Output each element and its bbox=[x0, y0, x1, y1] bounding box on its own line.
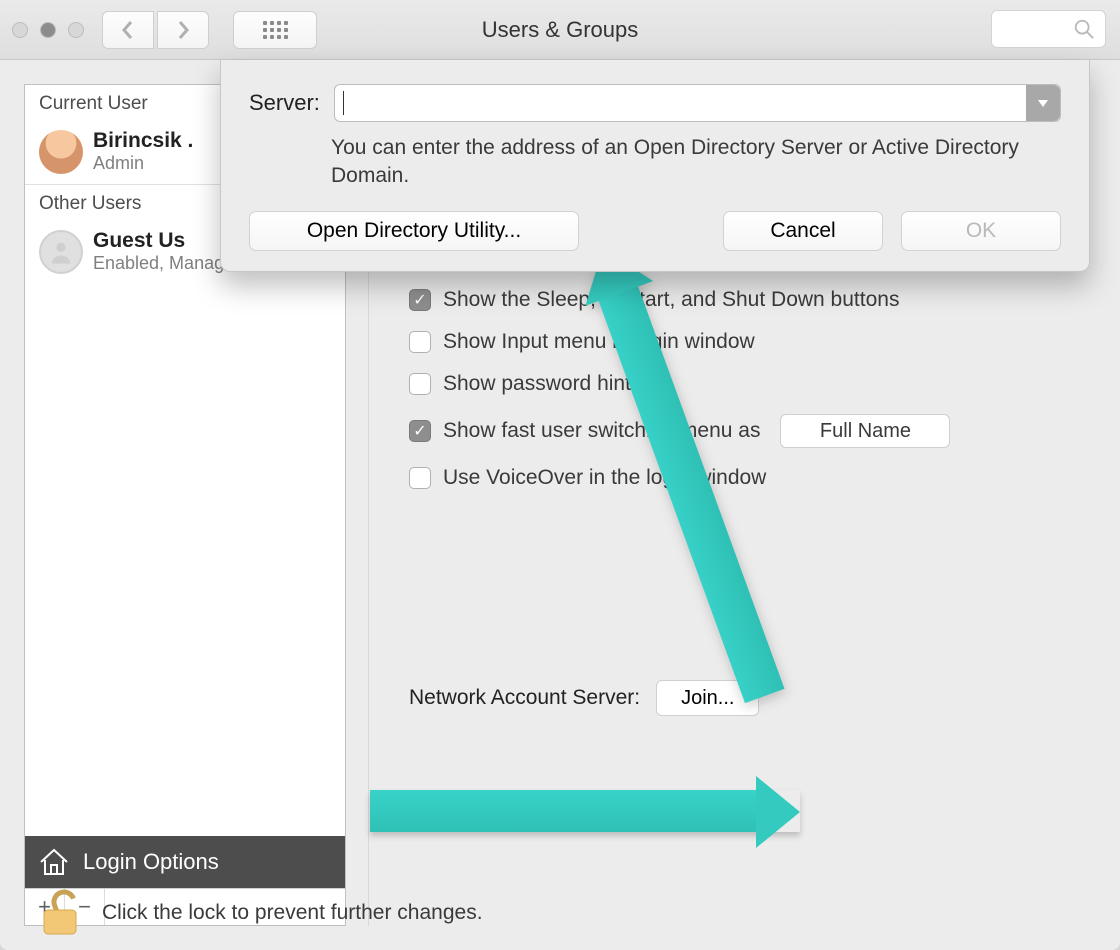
option-fast-user-switching[interactable]: ✓ Show fast user switching menu as Full … bbox=[409, 414, 1086, 448]
user-name: Birincsik . bbox=[93, 129, 193, 153]
chevron-down-icon bbox=[1036, 96, 1050, 110]
avatar-icon bbox=[39, 130, 83, 174]
network-account-row: Network Account Server: Join... bbox=[379, 680, 1086, 716]
server-label: Server: bbox=[249, 90, 320, 116]
lock-text: Click the lock to prevent further change… bbox=[102, 901, 483, 925]
option-label: Use VoiceOver in the login window bbox=[443, 466, 766, 490]
server-sheet: Server: You can enter the address of an … bbox=[220, 60, 1090, 272]
titlebar: Users & Groups bbox=[0, 0, 1120, 60]
lock-row: Click the lock to prevent further change… bbox=[38, 888, 483, 938]
lock-open-icon[interactable] bbox=[38, 888, 82, 938]
option-input-menu[interactable]: Show Input menu in login window bbox=[409, 330, 1086, 354]
checkbox-checked-icon[interactable]: ✓ bbox=[409, 289, 431, 311]
option-label: Show password hints bbox=[443, 372, 641, 396]
search-icon bbox=[1073, 18, 1095, 40]
server-dropdown-button[interactable] bbox=[1026, 85, 1060, 121]
home-icon bbox=[39, 848, 69, 876]
option-label: Show the Sleep, Restart, and Shut Down b… bbox=[443, 288, 899, 312]
zoom-window-button[interactable] bbox=[68, 22, 84, 38]
cancel-button[interactable]: Cancel bbox=[723, 211, 883, 251]
server-help-text: You can enter the address of an Open Dir… bbox=[331, 134, 1061, 191]
window-controls bbox=[12, 22, 84, 38]
nav-buttons bbox=[102, 11, 209, 49]
forward-button[interactable] bbox=[157, 11, 209, 49]
checkbox-icon[interactable] bbox=[409, 467, 431, 489]
checkbox-icon[interactable] bbox=[409, 373, 431, 395]
search-field[interactable] bbox=[991, 10, 1106, 48]
fast-switch-dropdown[interactable]: Full Name bbox=[780, 414, 950, 448]
login-options-label: Login Options bbox=[83, 849, 219, 875]
option-voiceover[interactable]: Use VoiceOver in the login window bbox=[409, 466, 1086, 490]
login-options-row[interactable]: Login Options bbox=[25, 836, 345, 888]
option-password-hints[interactable]: Show password hints bbox=[409, 372, 1086, 396]
back-button[interactable] bbox=[102, 11, 154, 49]
option-label: Show Input menu in login window bbox=[443, 330, 755, 354]
server-input[interactable] bbox=[334, 84, 1061, 122]
login-options-list: ✓ Show the Sleep, Restart, and Shut Down… bbox=[379, 288, 1086, 490]
annotation-arrow-horizontal bbox=[370, 790, 760, 832]
checkbox-checked-icon[interactable]: ✓ bbox=[409, 420, 431, 442]
show-all-button[interactable] bbox=[233, 11, 317, 49]
grid-icon bbox=[263, 21, 288, 39]
avatar-generic-icon bbox=[39, 230, 83, 274]
option-label: Show fast user switching menu as bbox=[443, 419, 760, 443]
text-cursor bbox=[343, 91, 344, 115]
option-sleep-buttons[interactable]: ✓ Show the Sleep, Restart, and Shut Down… bbox=[409, 288, 1086, 312]
dropdown-value: Full Name bbox=[820, 420, 911, 443]
network-account-label: Network Account Server: bbox=[409, 686, 640, 710]
preferences-window: Users & Groups Current User Birincsik . … bbox=[0, 0, 1120, 950]
close-window-button[interactable] bbox=[12, 22, 28, 38]
user-role: Admin bbox=[93, 153, 193, 174]
checkbox-icon[interactable] bbox=[409, 331, 431, 353]
open-directory-utility-button[interactable]: Open Directory Utility... bbox=[249, 211, 579, 251]
ok-button[interactable]: OK bbox=[901, 211, 1061, 251]
minimize-window-button[interactable] bbox=[40, 22, 56, 38]
